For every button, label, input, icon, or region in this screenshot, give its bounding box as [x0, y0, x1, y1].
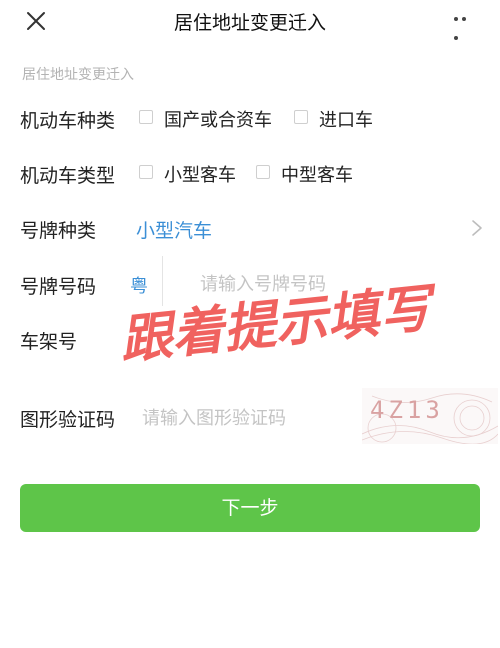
medium-bus-checkbox[interactable] — [256, 165, 270, 179]
divider — [162, 256, 163, 306]
top-bar: 居住地址变更迁入 — [0, 0, 500, 44]
captcha-label: 图形验证码 — [20, 409, 116, 431]
captcha-text: 4Z13 — [370, 396, 444, 424]
small-bus-option-label[interactable]: 小型客车 — [164, 161, 236, 187]
plate-type-label: 号牌种类 — [20, 220, 97, 242]
captcha-input[interactable] — [142, 404, 356, 432]
plate-number-label: 号牌号码 — [20, 276, 97, 298]
vin-input[interactable] — [136, 325, 466, 353]
captcha-image[interactable]: 4Z13 — [362, 388, 498, 444]
vehicle-type-label: 机动车类型 — [20, 165, 116, 187]
next-step-button[interactable]: 下一步 — [20, 484, 480, 532]
vehicle-category-label: 机动车种类 — [20, 110, 116, 132]
more-icon[interactable] — [454, 17, 476, 40]
domestic-checkbox[interactable] — [139, 110, 153, 124]
province-selector[interactable]: 粤 — [130, 272, 148, 298]
vin-label: 车架号 — [20, 331, 78, 353]
page-title: 居住地址变更迁入 — [173, 12, 326, 34]
chevron-right-icon[interactable] — [470, 218, 484, 238]
section-subtitle: 居住地址变更迁入 — [22, 67, 134, 83]
small-bus-checkbox[interactable] — [139, 165, 153, 179]
imported-checkbox[interactable] — [294, 110, 308, 124]
medium-bus-option-label[interactable]: 中型客车 — [281, 161, 353, 187]
plate-number-input[interactable] — [200, 270, 470, 298]
plate-type-select[interactable]: 小型汽车 — [136, 216, 212, 243]
imported-option-label[interactable]: 进口车 — [319, 106, 373, 132]
domestic-option-label[interactable]: 国产或合资车 — [164, 106, 272, 132]
